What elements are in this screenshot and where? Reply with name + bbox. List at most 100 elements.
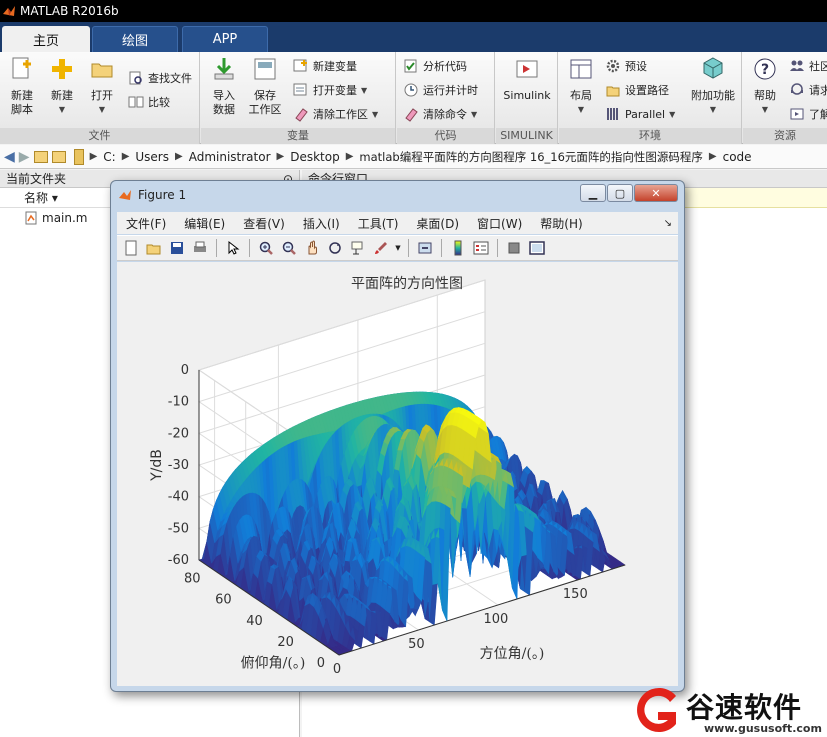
- run-and-time-button[interactable]: 运行并计时: [403, 80, 478, 100]
- chevron-down-icon: ▼: [761, 105, 769, 114]
- simulink-label: Simulink: [503, 89, 551, 102]
- pointer-icon[interactable]: [223, 238, 243, 258]
- menu-desktop[interactable]: 桌面(D): [416, 215, 459, 232]
- save-icon[interactable]: [167, 238, 187, 258]
- breadcrumb-item[interactable]: matlab编程平面阵的方向图程序 16_16元面阵的指向性图源码程序: [359, 149, 702, 165]
- request-support-button[interactable]: 请求: [789, 80, 827, 100]
- brush-icon[interactable]: [371, 238, 391, 258]
- zoom-out-icon[interactable]: [279, 238, 299, 258]
- column-name-header[interactable]: 名称 ▾: [24, 189, 58, 206]
- set-path-button[interactable]: 设置路径: [605, 80, 669, 100]
- new-figure-icon[interactable]: [121, 238, 141, 258]
- breadcrumb-item[interactable]: Desktop: [290, 150, 340, 164]
- rotate-icon[interactable]: [325, 238, 345, 258]
- new-variable-icon: [293, 59, 307, 72]
- add-ons-button[interactable]: 附加功能 ▼: [687, 56, 739, 117]
- preferences-label: 预设: [625, 60, 647, 73]
- maximize-button[interactable]: ▢: [607, 184, 633, 202]
- chevron-down-icon: ▼: [577, 105, 585, 114]
- breadcrumb-item[interactable]: C:: [103, 150, 115, 164]
- layout-button[interactable]: 布局 ▼: [563, 56, 599, 117]
- menu-overflow-icon[interactable]: ↘: [664, 218, 672, 229]
- matlab-logo-icon: [3, 6, 15, 16]
- clear-commands-button[interactable]: 清除命令 ▼: [403, 104, 477, 124]
- plot-area[interactable]: 0 50 100 150 0 20 40 60 80 0 -10 -20 -30 -40 -50 -60 方位角…: [117, 262, 678, 686]
- y-tick-label: 40: [246, 614, 263, 629]
- open-icon[interactable]: [144, 238, 164, 258]
- new-variable-button[interactable]: 新建变量: [293, 56, 357, 76]
- breadcrumb-separator-icon: ▶: [175, 151, 183, 162]
- new-script-button[interactable]: 新建 脚本: [4, 56, 40, 117]
- menu-view[interactable]: 查看(V): [243, 215, 285, 232]
- breadcrumb-item[interactable]: Users: [135, 150, 169, 164]
- hide-plot-tools-icon[interactable]: [504, 238, 524, 258]
- breadcrumb-separator-icon: ▶: [276, 151, 285, 162]
- zoom-in-icon[interactable]: [256, 238, 276, 258]
- legend-icon[interactable]: [471, 238, 491, 258]
- new-button[interactable]: 新建 ▼: [44, 56, 80, 117]
- breadcrumb-separator-icon: ▶: [89, 151, 98, 162]
- z-tick-label: -60: [168, 553, 189, 568]
- simulink-button[interactable]: Simulink: [500, 56, 554, 103]
- colorbar-icon[interactable]: [448, 238, 468, 258]
- z-tick-label: -50: [168, 521, 189, 536]
- compare-button[interactable]: 比较: [128, 92, 170, 112]
- menu-edit[interactable]: 编辑(E): [184, 215, 225, 232]
- up-folder-icon[interactable]: [33, 150, 48, 163]
- community-button[interactable]: 社区: [789, 56, 827, 76]
- breadcrumb-item[interactable]: code: [723, 150, 752, 164]
- help-button[interactable]: ? 帮助 ▼: [747, 56, 783, 117]
- preferences-button[interactable]: 预设: [605, 56, 647, 76]
- learn-matlab-label: 了解: [809, 108, 827, 121]
- open-button[interactable]: 打开 ▼: [84, 56, 120, 117]
- dropdown-arrow-icon[interactable]: ▼: [394, 238, 402, 258]
- show-plot-tools-icon[interactable]: [527, 238, 547, 258]
- chevron-down-icon: ▼: [709, 105, 717, 114]
- figure-title-bar[interactable]: Figure 1 ▁ ▢ ✕: [111, 181, 684, 208]
- figure-window[interactable]: Figure 1 ▁ ▢ ✕ 文件(F) 编辑(E) 查看(V) 插入(I) 工…: [110, 180, 685, 692]
- community-icon: [790, 60, 804, 71]
- link-icon[interactable]: [415, 238, 435, 258]
- group-resources-label: 资源: [743, 128, 827, 144]
- tab-home[interactable]: 主页: [2, 26, 90, 52]
- close-button[interactable]: ✕: [634, 184, 678, 202]
- chevron-down-icon: ▼: [372, 109, 379, 119]
- print-icon[interactable]: [190, 238, 210, 258]
- pan-icon[interactable]: [302, 238, 322, 258]
- find-files-button[interactable]: 查找文件: [128, 68, 192, 88]
- set-path-label: 设置路径: [625, 84, 669, 97]
- toolbar-separator: [216, 239, 217, 257]
- surface-plot[interactable]: 0 50 100 150 0 20 40 60 80 0 -10 -20 -30 -40 -50 -60 方位角…: [117, 262, 678, 686]
- chevron-down-icon: ▼: [471, 109, 478, 119]
- save-workspace-button[interactable]: 保存 工作区: [245, 56, 285, 117]
- request-support-icon: [791, 83, 803, 95]
- back-arrow-icon[interactable]: ◀: [4, 149, 15, 165]
- x-tick-label: 50: [408, 637, 425, 652]
- minimize-button[interactable]: ▁: [580, 184, 606, 202]
- find-files-icon: [129, 71, 142, 85]
- y-tick-label: 80: [184, 572, 201, 587]
- app-title-bar: MATLAB R2016b: [0, 0, 827, 22]
- analyze-code-button[interactable]: 分析代码: [403, 56, 467, 76]
- learn-matlab-button[interactable]: 了解: [789, 104, 827, 124]
- menu-insert[interactable]: 插入(I): [303, 215, 340, 232]
- tab-apps[interactable]: APP: [182, 26, 268, 52]
- x-axis-label: 方位角/(。): [480, 646, 545, 662]
- tab-plots[interactable]: 绘图: [92, 26, 178, 52]
- data-cursor-icon[interactable]: [348, 238, 368, 258]
- import-data-button[interactable]: 导入 数据: [205, 56, 243, 117]
- toolstrip: 新建 脚本 新建 ▼ 打开 ▼ 查找文件 比较 文件 导入 数据 保存 工作区 …: [0, 52, 827, 144]
- parallel-button[interactable]: Parallel ▼: [605, 104, 675, 124]
- request-support-label: 请求: [809, 84, 827, 97]
- browse-folder-icon[interactable]: [51, 150, 66, 163]
- open-variable-button[interactable]: 打开变量 ▼: [293, 80, 367, 100]
- menu-file[interactable]: 文件(F): [126, 215, 166, 232]
- menu-tools[interactable]: 工具(T): [358, 215, 399, 232]
- menu-window[interactable]: 窗口(W): [477, 215, 522, 232]
- forward-arrow-icon[interactable]: ▶: [19, 149, 30, 165]
- watermark-url: www.gususoft.com: [704, 722, 822, 735]
- menu-help[interactable]: 帮助(H): [540, 215, 582, 232]
- breadcrumb-item[interactable]: Administrator: [189, 150, 271, 164]
- clear-workspace-button[interactable]: 清除工作区 ▼: [293, 104, 378, 124]
- set-path-icon: [606, 86, 620, 97]
